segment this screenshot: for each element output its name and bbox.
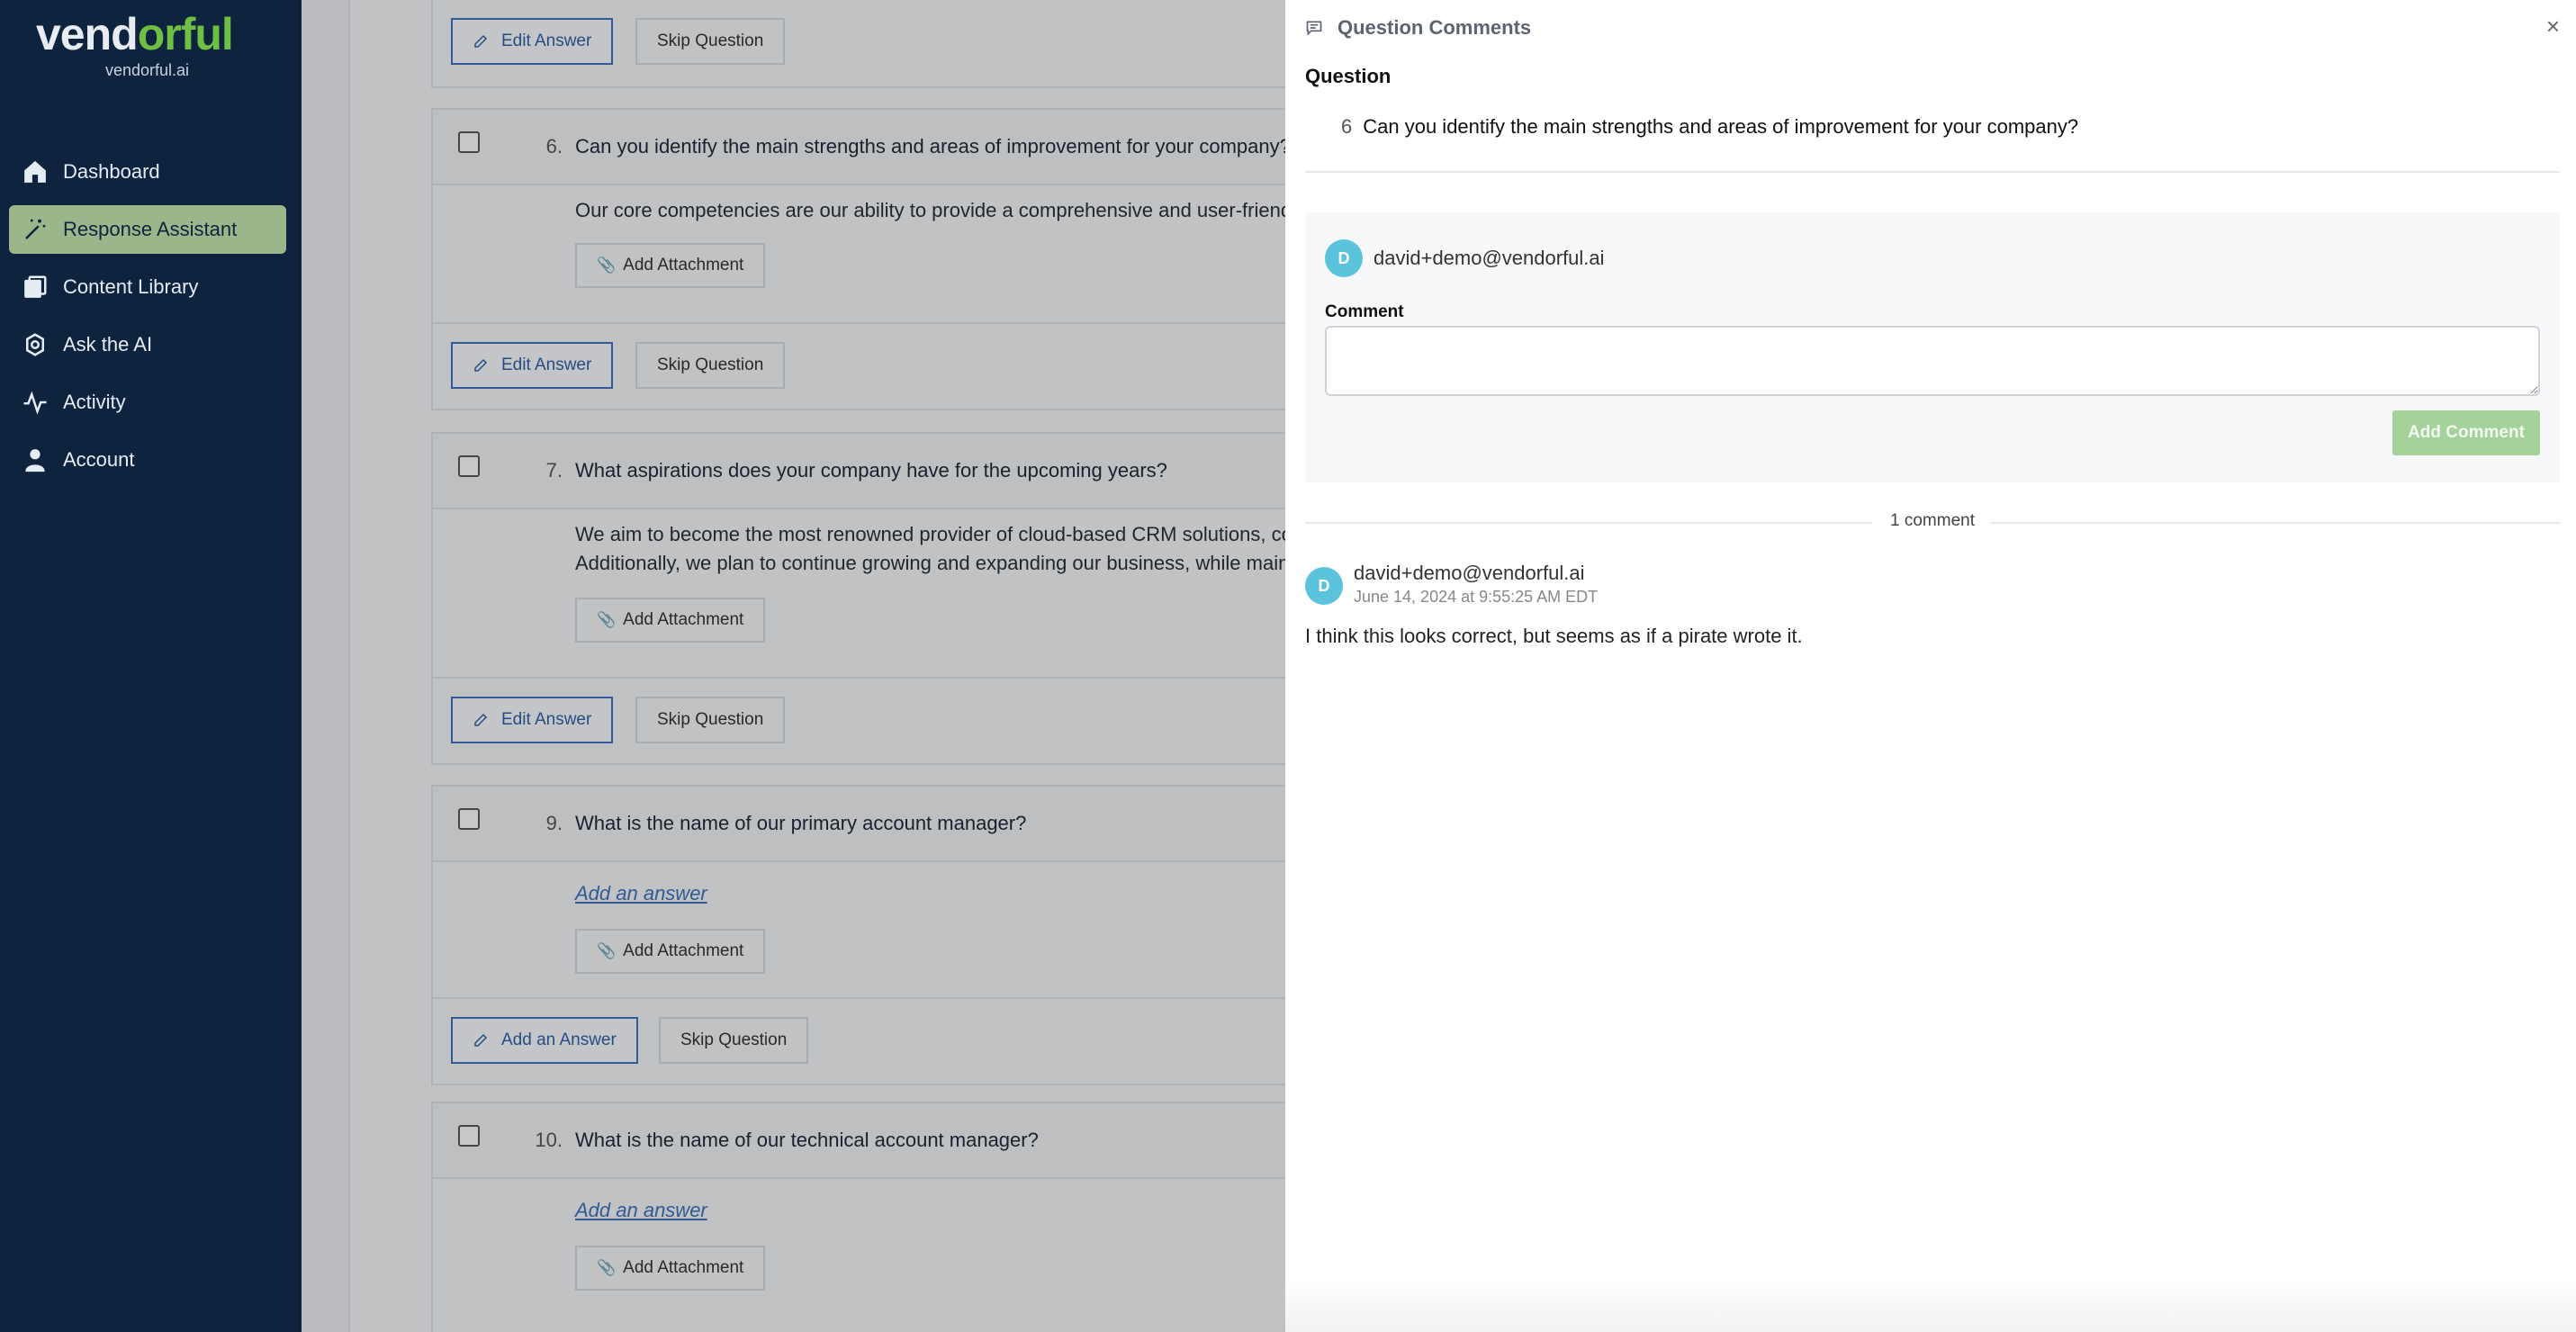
paperclip-icon: 📎 xyxy=(597,1259,617,1276)
sidebar-item-content-library[interactable]: Content Library xyxy=(9,263,286,311)
home-icon xyxy=(24,160,46,183)
ai-icon xyxy=(26,333,44,356)
add-attachment-button[interactable]: 📎 Add Attachment xyxy=(575,929,766,974)
skip-question-button[interactable]: Skip Question xyxy=(635,697,786,743)
comment-timestamp: June 14, 2024 at 9:55:25 AM EDT xyxy=(1354,588,1599,606)
library-icon xyxy=(24,275,47,298)
question-card-7: 7. What aspirations does your company ha… xyxy=(431,432,1285,765)
sidebar-item-label: Response Assistant xyxy=(63,218,238,240)
sidebar-item-account[interactable]: Account xyxy=(9,436,286,484)
question-text: Can you identify the main strengths and … xyxy=(1363,115,2079,138)
question-number: 6 xyxy=(1341,115,1353,138)
add-answer-link[interactable]: Add an answer xyxy=(575,1199,707,1222)
question-heading: Question xyxy=(1305,65,1392,87)
question-card-9: 9. What is the name of our primary accou… xyxy=(431,785,1285,1085)
new-comment-form: D david+demo@vendorful.ai Comment Add Co… xyxy=(1305,212,2560,482)
comment-count-divider: 1 comment xyxy=(1305,511,2560,533)
close-icon[interactable]: × xyxy=(2546,13,2560,40)
question-text: What aspirations does your company have … xyxy=(575,459,1167,482)
comment-count: 1 comment xyxy=(1890,511,1975,530)
sidebar-item-dashboard[interactable]: Dashboard xyxy=(9,148,286,196)
comment-label: Comment xyxy=(1325,302,1404,321)
paperclip-icon: 📎 xyxy=(597,256,617,274)
question-text: Can you identify the main strengths and … xyxy=(575,135,1285,158)
comment-input[interactable] xyxy=(1325,326,2540,396)
answer-text: We aim to become the most renowned provi… xyxy=(575,523,1285,545)
avatar: D xyxy=(1305,567,1343,605)
question-checkbox[interactable] xyxy=(458,131,480,153)
magic-wand-icon xyxy=(25,219,46,239)
skip-question-button[interactable]: Skip Question xyxy=(635,342,786,389)
panel-bottom-fade xyxy=(1285,1278,2576,1332)
add-answer-link[interactable]: Add an answer xyxy=(575,882,707,905)
comment-author: david+demo@vendorful.ai xyxy=(1354,562,1585,584)
question-number: 6. xyxy=(545,135,563,158)
question-card-10: 10. What is the name of our technical ac… xyxy=(431,1102,1285,1332)
edit-answer-button[interactable]: Edit Answer xyxy=(451,697,614,743)
sidebar-item-response-assistant[interactable]: Response Assistant xyxy=(9,205,286,254)
paperclip-icon: 📎 xyxy=(597,942,617,959)
user-icon xyxy=(25,449,45,472)
question-number: 9. xyxy=(545,812,563,834)
question-comments-panel: Question Comments × Question 6 Can you id… xyxy=(1285,0,2576,1332)
add-answer-button[interactable]: Add an Answer xyxy=(451,1017,638,1064)
question-card-6: 6. Can you identify the main strengths a… xyxy=(431,108,1285,410)
sidebar-item-label: Dashboard xyxy=(63,160,160,183)
sidebar: vendorful vendorful.ai Dashboard Respons… xyxy=(0,0,302,1332)
question-summary: 6 Can you identify the main strengths and… xyxy=(1341,115,2078,139)
pencil-icon xyxy=(474,358,488,372)
question-checkbox[interactable] xyxy=(458,1125,480,1147)
main-nav: Dashboard Response Assistant Content Lib… xyxy=(9,148,286,493)
skip-question-button[interactable]: Skip Question xyxy=(635,18,786,65)
add-attachment-button[interactable]: 📎 Add Attachment xyxy=(575,1246,766,1291)
sidebar-item-label: Activity xyxy=(63,391,126,413)
pencil-icon xyxy=(474,1033,488,1047)
panel-title: Question Comments xyxy=(1305,16,1531,40)
add-comment-button[interactable]: Add Comment xyxy=(2392,410,2540,455)
edit-answer-button[interactable]: Edit Answer xyxy=(451,18,614,65)
skip-question-button[interactable]: Skip Question xyxy=(659,1017,809,1064)
answer-text: Additionally, we plan to continue growin… xyxy=(575,552,1285,574)
sidebar-item-label: Ask the AI xyxy=(63,333,153,356)
vendorful-logo[interactable]: vendorful vendorful.ai xyxy=(36,7,261,79)
comment-icon xyxy=(1306,21,1322,36)
divider xyxy=(1305,171,2560,173)
question-text: What is the name of our technical accoun… xyxy=(575,1129,1039,1151)
edit-answer-button[interactable]: Edit Answer xyxy=(451,342,614,389)
answer-text: Our core competencies are our ability to… xyxy=(575,199,1285,221)
question-number: 10. xyxy=(535,1129,563,1151)
question-card-previous: Edit Answer Skip Question xyxy=(431,0,1285,88)
paperclip-icon: 📎 xyxy=(597,611,617,628)
sidebar-item-label: Account xyxy=(63,448,135,471)
sidebar-item-ask-the-ai[interactable]: Ask the AI xyxy=(9,320,286,369)
pencil-icon xyxy=(474,34,488,48)
avatar: D xyxy=(1325,239,1363,277)
comment-text: I think this looks correct, but seems as… xyxy=(1305,625,1803,647)
question-number: 7. xyxy=(545,459,563,482)
current-user-email: david+demo@vendorful.ai xyxy=(1374,247,1605,269)
sidebar-item-label: Content Library xyxy=(63,275,199,298)
activity-icon xyxy=(23,391,47,415)
add-attachment-button[interactable]: 📎 Add Attachment xyxy=(575,598,766,643)
question-checkbox[interactable] xyxy=(458,455,480,477)
question-checkbox[interactable] xyxy=(458,808,480,830)
pencil-icon xyxy=(474,713,488,726)
add-attachment-button[interactable]: 📎 Add Attachment xyxy=(575,243,766,288)
logo-subtitle: vendorful.ai xyxy=(105,61,190,79)
questions-list: Edit Answer Skip Question 6. Can you ide… xyxy=(302,0,1285,1332)
sidebar-item-activity[interactable]: Activity xyxy=(9,378,286,427)
question-text: What is the name of our primary account … xyxy=(575,812,1027,834)
